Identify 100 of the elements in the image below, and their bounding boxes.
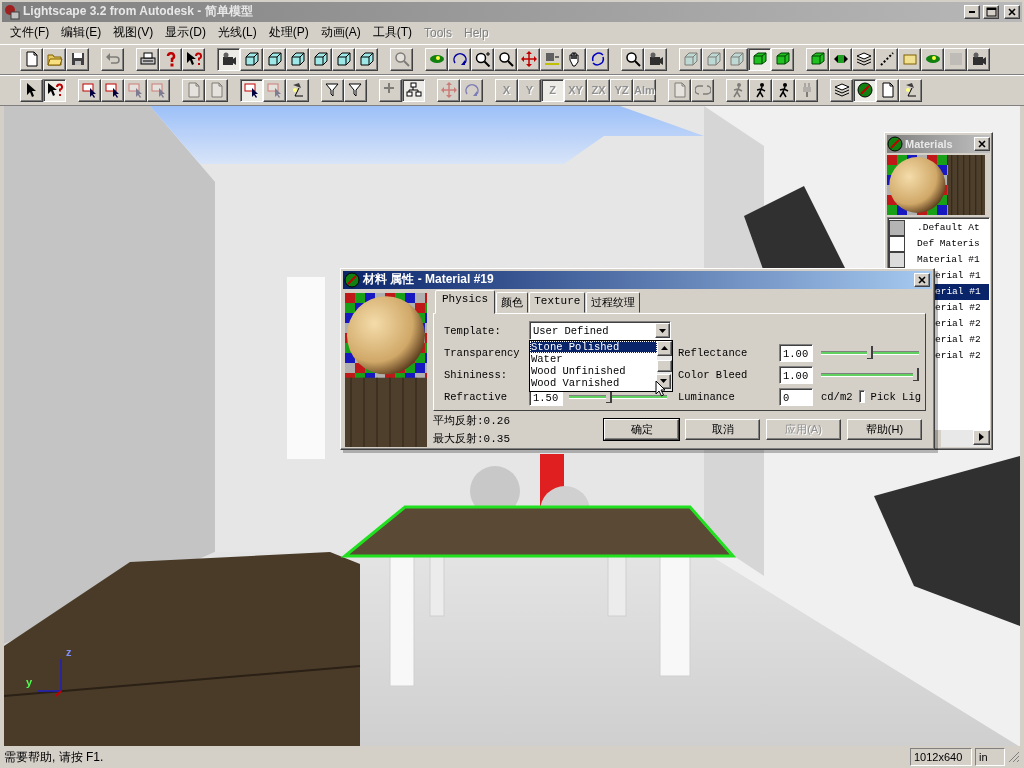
resize-grip-icon bbox=[1008, 751, 1020, 763]
input-field[interactable]: 1.00 bbox=[779, 365, 813, 384]
scroll-thumb[interactable] bbox=[657, 359, 672, 372]
cube-icon bbox=[289, 51, 306, 68]
toolbar-button[interactable] bbox=[240, 78, 263, 102]
tab[interactable]: 过程纹理 bbox=[586, 291, 641, 313]
material-list-item[interactable]: .Default At bbox=[888, 219, 989, 236]
menu-item[interactable]: 视图(V) bbox=[107, 24, 160, 42]
box-icon bbox=[809, 51, 826, 68]
move-icon bbox=[440, 82, 457, 99]
input-field[interactable]: 1.00 bbox=[779, 343, 813, 362]
camera-icon bbox=[647, 51, 664, 68]
select-box-icon bbox=[127, 82, 144, 99]
input-field[interactable]: 0 bbox=[779, 387, 813, 406]
layers-icon bbox=[855, 51, 872, 68]
axis-label: y bbox=[26, 675, 33, 688]
dropdown-option[interactable]: Wood Varnished bbox=[530, 376, 657, 389]
checkbox[interactable] bbox=[858, 390, 865, 404]
menu-item[interactable]: 显示(D) bbox=[159, 24, 212, 42]
material-name: Material #1 bbox=[917, 254, 980, 266]
cursor-question-icon bbox=[46, 82, 63, 99]
rotate-icon bbox=[451, 51, 468, 68]
cube-icon bbox=[705, 51, 722, 68]
close-button[interactable] bbox=[914, 272, 930, 287]
material-list-item[interactable]: erial #2 bbox=[935, 299, 989, 316]
menu-item[interactable]: 编辑(E) bbox=[55, 24, 108, 42]
menu-item[interactable]: 文件(F) bbox=[4, 24, 56, 42]
scroll-up-button[interactable] bbox=[657, 340, 672, 356]
cube-icon bbox=[243, 51, 260, 68]
dialog-button[interactable]: 帮助(H) bbox=[847, 418, 922, 440]
box-icon bbox=[751, 51, 768, 68]
material-list-item[interactable]: erial #2 bbox=[935, 331, 989, 348]
printer-icon bbox=[139, 51, 156, 68]
material-name: .Default At bbox=[917, 222, 980, 234]
material-list-item[interactable]: erial #2 bbox=[935, 315, 989, 332]
dialog-button[interactable]: 确定 bbox=[604, 418, 679, 440]
cube-icon bbox=[358, 51, 375, 68]
material-list-item[interactable]: erial #2 bbox=[935, 347, 989, 364]
cube-icon bbox=[335, 51, 352, 68]
close-icon bbox=[1007, 7, 1017, 17]
tab[interactable]: Texture bbox=[529, 291, 586, 313]
material-list-item[interactable]: Def Materis bbox=[888, 235, 989, 252]
cube-icon bbox=[266, 51, 283, 68]
close-button[interactable] bbox=[1004, 5, 1020, 19]
cube-icon bbox=[312, 51, 329, 68]
toolbar-button[interactable] bbox=[748, 47, 771, 71]
cube-icon bbox=[728, 51, 745, 68]
menu-item[interactable]: 工具(T) bbox=[366, 24, 418, 42]
statistic-text: 平均反射:0.26 bbox=[433, 413, 510, 428]
material-name: erial #1 bbox=[935, 270, 981, 282]
field-label: Refractive bbox=[444, 390, 508, 403]
close-button[interactable] bbox=[974, 136, 990, 151]
document-icon bbox=[671, 82, 688, 99]
units-field: in bbox=[975, 748, 1005, 766]
axis-label: z bbox=[66, 645, 72, 658]
globe-icon bbox=[344, 271, 360, 288]
select-box-icon bbox=[266, 82, 283, 99]
maximize-icon bbox=[985, 7, 997, 17]
toolbar-button[interactable] bbox=[217, 47, 240, 71]
toolbar-button[interactable] bbox=[853, 78, 876, 102]
down-arrow-icon bbox=[660, 379, 667, 384]
minimize-button[interactable] bbox=[964, 5, 980, 19]
window-title: Lightscape 3.2 from Autodesk - 简单模型 bbox=[23, 3, 254, 21]
minimize-icon bbox=[969, 11, 975, 13]
dropdown-option[interactable]: Stone Polished bbox=[530, 340, 657, 353]
material-list-item[interactable]: Material #1 bbox=[888, 251, 989, 268]
template-dropdown[interactable]: User Defined bbox=[529, 321, 671, 341]
field-label: Template: bbox=[444, 324, 502, 337]
document-icon bbox=[23, 51, 40, 68]
tab[interactable]: Physics bbox=[435, 289, 496, 314]
right-arrow-icon bbox=[979, 433, 984, 442]
tab[interactable]: 颜色 bbox=[496, 291, 529, 313]
magnifier-icon bbox=[624, 51, 641, 68]
toolbar-button[interactable] bbox=[43, 78, 66, 102]
menu-item[interactable]: 动画(A) bbox=[314, 24, 367, 42]
layers-icon bbox=[833, 82, 850, 99]
material-list-item[interactable]: erial #1 bbox=[935, 283, 989, 300]
dialog-title: 材料 属性 - Material #19 bbox=[363, 271, 495, 289]
material-list-item[interactable]: erial #1 bbox=[935, 267, 989, 284]
camera-icon bbox=[220, 51, 237, 68]
material-name: erial #2 bbox=[935, 302, 981, 314]
menu-item[interactable]: 光线(L) bbox=[212, 24, 263, 42]
folder-icon bbox=[46, 51, 63, 68]
up-arrow-icon bbox=[661, 346, 668, 351]
maximize-button[interactable] bbox=[983, 5, 999, 19]
dropdown-button[interactable] bbox=[655, 323, 670, 339]
dropdown-option[interactable]: Wood Unfinished bbox=[530, 364, 657, 377]
unit-label: cd/m2 bbox=[821, 390, 853, 403]
menu-item[interactable]: 处理(P) bbox=[262, 24, 315, 42]
close-icon bbox=[977, 138, 987, 149]
caret-icon bbox=[659, 328, 666, 333]
material-name: erial #2 bbox=[935, 334, 981, 346]
dialog-button[interactable]: 取消 bbox=[685, 418, 760, 440]
orbit-icon bbox=[589, 51, 606, 68]
dropdown-option[interactable]: Water bbox=[530, 352, 657, 365]
checkbox-label: Pick Lig bbox=[870, 390, 921, 403]
material-name: Def Materis bbox=[917, 238, 980, 250]
toolbar-button[interactable] bbox=[402, 78, 425, 102]
select-box-icon bbox=[81, 82, 98, 99]
field-label: Color Bleed bbox=[678, 368, 749, 381]
